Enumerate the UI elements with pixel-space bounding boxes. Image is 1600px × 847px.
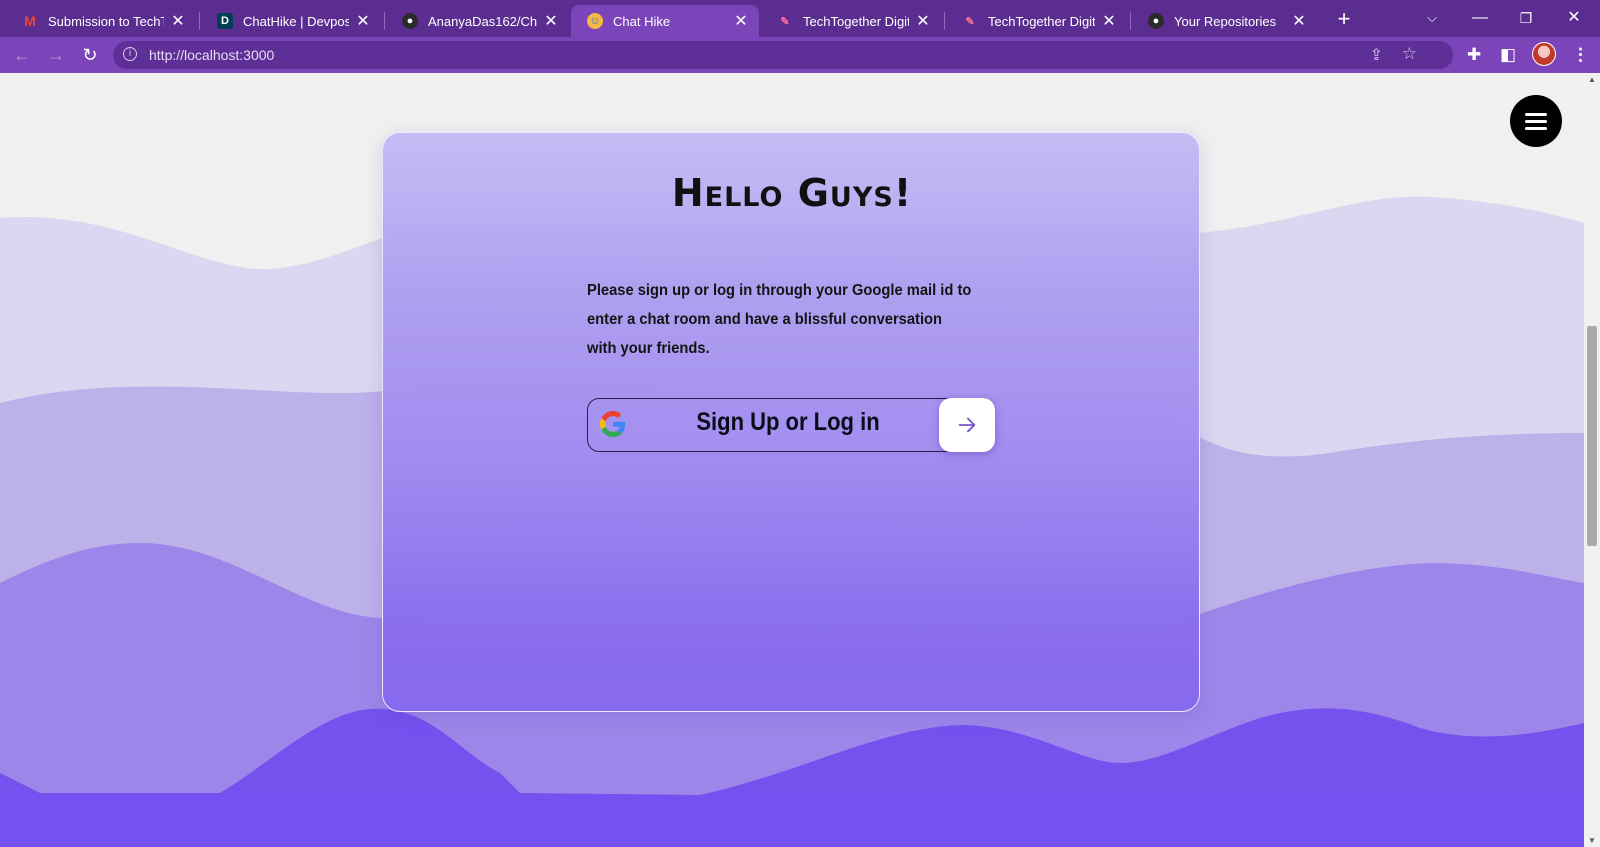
- tab-separator: [384, 12, 385, 30]
- description-text: Please sign up or log in through your Go…: [587, 282, 972, 357]
- tab-separator: [1130, 12, 1131, 30]
- address-bar[interactable]: i http://localhost:3000 ⇪ ☆: [113, 41, 1453, 69]
- google-signin-button[interactable]: Sign Up or Log in: [587, 398, 995, 452]
- browser-tab[interactable]: ● Your Repositories ✕: [1132, 5, 1317, 37]
- reload-icon[interactable]: ↻: [76, 41, 104, 69]
- arrow-right-icon: [958, 417, 976, 433]
- tab-search-icon[interactable]: ⌵: [1414, 4, 1450, 32]
- browser-tab[interactable]: ✎ TechTogether Digital | ✕: [946, 5, 1127, 37]
- techtogether-icon: ✎: [780, 15, 790, 28]
- close-tab-icon[interactable]: ✕: [543, 11, 559, 31]
- browser-tab[interactable]: M Submission to TechTo ✕: [6, 5, 196, 37]
- tab-separator: [944, 12, 945, 30]
- extensions-icon[interactable]: ✚: [1467, 45, 1481, 65]
- chat-hike-icon: ☺: [587, 13, 603, 29]
- page-scrollbar[interactable]: ▲ ▼: [1584, 73, 1600, 847]
- browser-tab-bar: M Submission to TechTo ✕ D ChatHike | De…: [0, 0, 1600, 37]
- close-window-icon[interactable]: ✕: [1556, 4, 1592, 32]
- google-icon: [600, 411, 626, 437]
- share-icon[interactable]: ⇪: [1370, 45, 1383, 65]
- github-icon: ●: [1148, 13, 1164, 29]
- side-panel-icon[interactable]: ◧: [1500, 45, 1516, 65]
- restore-icon[interactable]: ❐: [1508, 4, 1544, 32]
- techtogether-icon: ✎: [965, 15, 975, 28]
- browser-menu-icon[interactable]: ⋮: [1572, 45, 1589, 65]
- browser-tab[interactable]: D ChatHike | Devpost ✕: [201, 5, 381, 37]
- browser-tab[interactable]: ● AnanyaDas162/ChatH ✕: [386, 5, 569, 37]
- page-viewport: Hello Guys! Please sign up or log in thr…: [0, 73, 1584, 847]
- signin-label: Sign Up or Log in: [696, 408, 880, 436]
- close-tab-icon[interactable]: ✕: [170, 11, 186, 31]
- forward-icon[interactable]: →: [42, 41, 70, 69]
- gmail-icon: M: [24, 13, 36, 29]
- close-tab-icon[interactable]: ✕: [733, 11, 749, 31]
- close-tab-icon[interactable]: ✕: [1101, 11, 1117, 31]
- url-text[interactable]: http://localhost:3000: [149, 47, 274, 63]
- scroll-down-icon[interactable]: ▼: [1587, 836, 1597, 845]
- signin-arrow-button[interactable]: [939, 398, 995, 452]
- hamburger-menu-button[interactable]: [1510, 95, 1562, 147]
- close-tab-icon[interactable]: ✕: [1291, 11, 1307, 31]
- back-icon[interactable]: ←: [8, 41, 36, 69]
- browser-tab[interactable]: ✎ TechTogether Digital | ✕: [761, 5, 941, 37]
- browser-tab-active[interactable]: ☺ Chat Hike ✕: [571, 5, 759, 37]
- site-info-icon[interactable]: i: [123, 47, 137, 61]
- login-card: Hello Guys! Please sign up or log in thr…: [382, 132, 1200, 712]
- minimize-icon[interactable]: —: [1462, 4, 1498, 32]
- browser-toolbar: ← → ↻ i http://localhost:3000 ⇪ ☆ ✚ ◧ ⋮: [0, 37, 1600, 73]
- github-icon: ●: [402, 13, 418, 29]
- tab-separator: [199, 12, 200, 30]
- new-tab-icon[interactable]: +: [1330, 5, 1358, 33]
- close-tab-icon[interactable]: ✕: [355, 11, 371, 31]
- hamburger-icon: [1525, 109, 1547, 134]
- scroll-up-icon[interactable]: ▲: [1587, 75, 1597, 84]
- close-tab-icon[interactable]: ✕: [915, 11, 931, 31]
- scrollbar-thumb[interactable]: [1587, 326, 1597, 546]
- profile-avatar[interactable]: [1532, 42, 1556, 66]
- devpost-icon: D: [217, 13, 233, 29]
- bookmark-star-icon[interactable]: ☆: [1402, 44, 1417, 64]
- page-title: Hello Guys!: [671, 171, 913, 215]
